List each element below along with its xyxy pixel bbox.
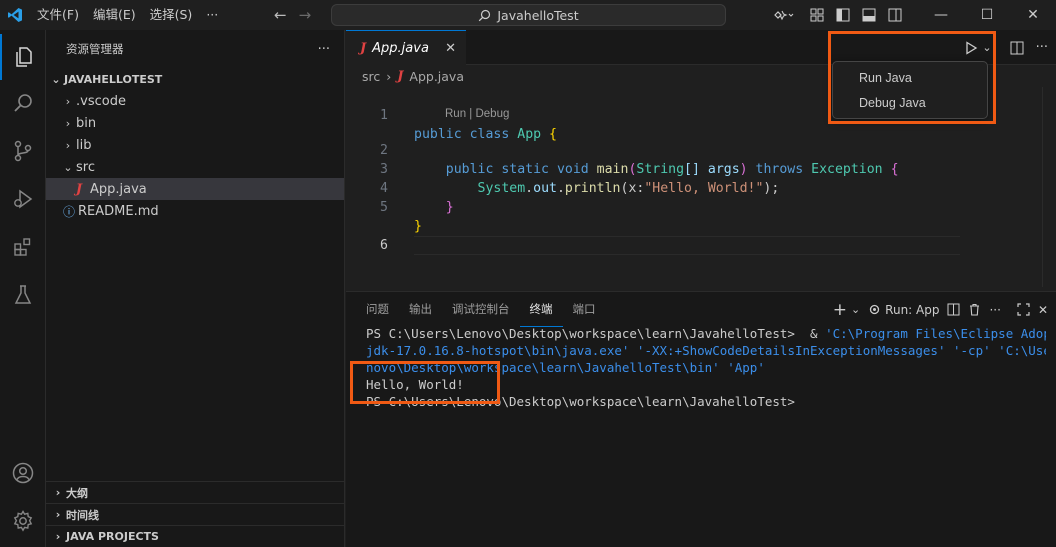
- trash-icon[interactable]: [968, 303, 981, 316]
- terminal-line: PS C:\Users\Lenovo\Desktop\workspace\lea…: [366, 326, 1046, 341]
- chevron-right-icon: ›: [55, 486, 61, 499]
- chevron-down-icon[interactable]: ⌄: [851, 303, 860, 316]
- code-line: 3 System.out.println(x:"Hello, World!");: [346, 141, 1056, 196]
- title-bar: 文件(F) 编辑(E) 选择(S) ··· ← → JavahelloTest …: [0, 0, 1056, 30]
- tab-terminal[interactable]: 终端: [519, 292, 563, 327]
- search-icon: [479, 9, 491, 21]
- toggle-panel-icon[interactable]: [856, 0, 882, 30]
- tab-app-java[interactable]: J App.java ✕: [346, 30, 466, 65]
- chevron-right-icon: ›: [65, 94, 71, 108]
- command-center-search[interactable]: JavahelloTest: [331, 4, 726, 26]
- debug-gear-icon: [870, 304, 880, 315]
- tree-item-label: App.java: [90, 181, 147, 197]
- section-java-projects[interactable]: › JAVA PROJECTS: [46, 525, 345, 547]
- close-panel-icon[interactable]: ✕: [1038, 303, 1048, 317]
- chevron-right-icon: ›: [55, 508, 61, 521]
- back-arrow-icon[interactable]: ←: [274, 6, 287, 24]
- forward-arrow-icon[interactable]: →: [299, 6, 312, 24]
- line-number: 6: [380, 238, 388, 253]
- panel-more-icon[interactable]: ···: [989, 303, 1000, 317]
- section-outline-label: 大纲: [66, 486, 88, 500]
- sidebar-title: 资源管理器: [66, 42, 124, 56]
- java-file-icon: J: [360, 40, 367, 56]
- tree-item-readme[interactable]: ⓘ README.md: [46, 200, 344, 222]
- highlight-annotation-output: [350, 361, 500, 404]
- tab-problems[interactable]: 问题: [356, 292, 399, 327]
- tree-item-src[interactable]: ⌄ src: [46, 156, 344, 178]
- bottom-panel: 问题 输出 调试控制台 终端 端口 + ⌄ Run: App ··· ✕ PS …: [346, 291, 1056, 547]
- copilot-icon[interactable]: [764, 0, 804, 30]
- section-timeline-label: 时间线: [66, 508, 99, 522]
- tab-debug-console[interactable]: 调试控制台: [442, 292, 520, 327]
- tree-item-app-java[interactable]: J App.java: [46, 178, 344, 200]
- highlight-annotation-run-menu: [828, 31, 996, 124]
- explorer-sidebar: 资源管理器 ··· ⌄ JAVAHELLOTEST › .vscode › bi…: [46, 30, 345, 547]
- workspace-root-label: JAVAHELLOTEST: [64, 72, 163, 86]
- extensions-icon[interactable]: [0, 224, 46, 270]
- tab-label: App.java: [372, 40, 429, 56]
- testing-flask-icon[interactable]: [0, 272, 46, 318]
- editor-more-icon[interactable]: ···: [1036, 40, 1048, 55]
- breadcrumb-file[interactable]: App.java: [409, 69, 464, 84]
- chevron-right-icon: ›: [55, 530, 61, 543]
- chevron-right-icon: ›: [386, 68, 392, 84]
- maximize-icon[interactable]: ☐: [964, 0, 1010, 30]
- chevron-down-icon: ⌄: [51, 72, 61, 86]
- menu-file[interactable]: 文件(F): [30, 0, 86, 30]
- section-timeline[interactable]: › 时间线: [46, 503, 345, 525]
- search-text: JavahelloTest: [497, 7, 579, 23]
- code-line: 2 public static void main(String[] args)…: [346, 122, 1056, 177]
- terminal-line: jdk-17.0.16.8-hotspot\bin\java.exe' '-XX…: [366, 343, 1046, 358]
- close-tab-icon[interactable]: ✕: [445, 41, 456, 56]
- section-java-projects-label: JAVA PROJECTS: [66, 530, 159, 543]
- minimize-icon[interactable]: —: [918, 0, 964, 30]
- tree-item-label: bin: [76, 115, 97, 131]
- new-terminal-plus-icon[interactable]: +: [833, 300, 847, 320]
- sidebar-more-button[interactable]: ···: [318, 42, 330, 57]
- tree-item-bin[interactable]: › bin: [46, 112, 344, 134]
- tree-item-label: src: [76, 159, 95, 175]
- code-line: 4 }: [346, 160, 1056, 215]
- tree-item-lib[interactable]: › lib: [46, 134, 344, 156]
- tree-item-vscode[interactable]: › .vscode: [46, 90, 344, 112]
- source-control-icon[interactable]: [0, 128, 46, 174]
- explorer-icon[interactable]: [0, 34, 46, 80]
- menu-selection[interactable]: 选择(S): [143, 0, 200, 30]
- run-app-label: Run: App: [885, 302, 940, 317]
- settings-gear-icon[interactable]: [0, 498, 46, 544]
- breadcrumb-folder[interactable]: src: [362, 69, 380, 84]
- menu-edit[interactable]: 编辑(E): [86, 0, 143, 30]
- java-file-icon: J: [75, 181, 83, 197]
- toggle-sidebar-icon[interactable]: [830, 0, 856, 30]
- split-terminal-icon[interactable]: [947, 303, 960, 316]
- java-file-icon: J: [397, 68, 404, 84]
- tab-ports[interactable]: 端口: [563, 292, 606, 327]
- account-icon[interactable]: [0, 450, 46, 496]
- chevron-right-icon: ›: [65, 138, 71, 152]
- chevron-right-icon: ›: [65, 116, 71, 130]
- customize-layout-icon[interactable]: [804, 0, 830, 30]
- toggle-secondary-sidebar-icon[interactable]: [882, 0, 908, 30]
- current-line-highlight: [414, 236, 960, 255]
- tree-item-label: .vscode: [76, 93, 126, 109]
- workspace-root[interactable]: ⌄ JAVAHELLOTEST: [46, 68, 344, 90]
- editor-scrollbar[interactable]: [1042, 87, 1056, 287]
- split-editor-icon[interactable]: [1010, 41, 1024, 55]
- vscode-logo-icon: [0, 0, 30, 30]
- menu-more[interactable]: ···: [199, 0, 225, 30]
- section-outline[interactable]: › 大纲: [46, 481, 345, 503]
- info-icon: ⓘ: [62, 204, 75, 219]
- code-line-current: 6: [346, 198, 1056, 255]
- activity-bar: [0, 30, 46, 547]
- run-app-terminal[interactable]: Run: App: [868, 303, 939, 317]
- tab-output[interactable]: 输出: [399, 292, 442, 327]
- close-window-icon[interactable]: ✕: [1010, 0, 1056, 30]
- tree-item-label: lib: [76, 137, 92, 153]
- run-debug-icon[interactable]: [0, 176, 46, 222]
- chevron-down-icon: ⌄: [63, 160, 73, 174]
- search-view-icon[interactable]: [0, 80, 46, 126]
- code-line: 5 }: [346, 179, 1056, 234]
- maximize-panel-icon[interactable]: [1017, 303, 1030, 316]
- tree-item-label: README.md: [78, 203, 159, 219]
